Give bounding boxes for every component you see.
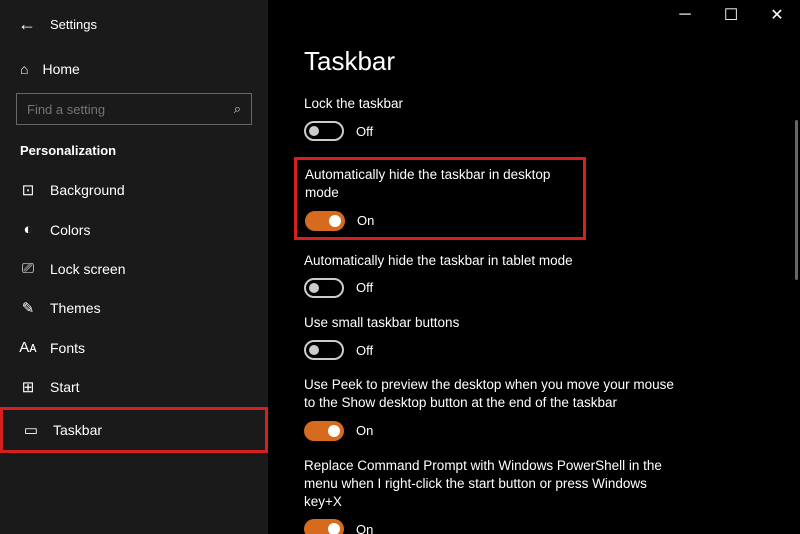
sidebar-item-label: Themes [50, 300, 101, 316]
toggle-state-text: Off [356, 280, 373, 295]
setting-label: Automatically hide the taskbar in deskto… [305, 166, 575, 202]
maximize-button[interactable]: ☐ [708, 0, 754, 30]
sidebar-item-label: Start [50, 379, 80, 395]
settings-list: Lock the taskbar Off Automatically hide th… [304, 95, 764, 534]
setting-label: Automatically hide the taskbar in tablet… [304, 252, 764, 270]
toggle-state-text: On [357, 213, 374, 228]
page-title: Taskbar [304, 46, 764, 77]
sidebar-item-themes[interactable]: ✎ Themes [0, 288, 268, 328]
scrollbar[interactable] [795, 120, 798, 280]
toggle-switch[interactable] [304, 519, 344, 534]
toggle-row: Off [304, 340, 764, 360]
colors-icon: ◐ [20, 221, 36, 238]
sidebar-item-fonts[interactable]: Aᴀ Fonts [0, 328, 268, 367]
setting-3: Use small taskbar buttons Off [304, 314, 764, 360]
toggle-row: On [305, 211, 575, 231]
main-content: ─ ☐ ✕ Taskbar Lock the taskbar Off Automat… [268, 0, 800, 534]
toggle-state-text: On [356, 423, 373, 438]
home-label: Home [42, 61, 79, 77]
sidebar-item-label: Colors [50, 222, 90, 238]
sidebar-item-label: Background [50, 182, 125, 198]
sidebar-item-taskbar[interactable]: ▭ Taskbar [0, 407, 268, 453]
titlebar: ─ ☐ ✕ [662, 0, 800, 30]
setting-5: Replace Command Prompt with Windows Powe… [304, 457, 764, 534]
minimize-button[interactable]: ─ [662, 0, 708, 30]
setting-4: Use Peek to preview the desktop when you… [304, 376, 764, 440]
taskbar-icon: ▭ [23, 421, 39, 439]
sidebar-item-colors[interactable]: ◐ Colors [0, 210, 268, 249]
setting-label: Use Peek to preview the desktop when you… [304, 376, 684, 412]
search-input[interactable] [27, 102, 234, 117]
app-title: Settings [50, 17, 97, 32]
toggle-switch[interactable] [304, 278, 344, 298]
toggle-row: Off [304, 121, 764, 141]
close-button[interactable]: ✕ [754, 0, 800, 30]
sidebar: ← Settings ⌂ Home ⌕ Personalization ⊡ Bac… [0, 0, 268, 534]
toggle-switch[interactable] [304, 421, 344, 441]
toggle-state-text: Off [356, 343, 373, 358]
home-icon: ⌂ [20, 61, 28, 77]
search-icon[interactable]: ⌕ [234, 101, 241, 117]
toggle-row: On [304, 421, 764, 441]
setting-1: Automatically hide the taskbar in deskto… [294, 157, 586, 239]
sidebar-item-label: Lock screen [50, 261, 125, 277]
toggle-state-text: Off [356, 124, 373, 139]
setting-label: Use small taskbar buttons [304, 314, 764, 332]
background-icon: ⊡ [20, 181, 36, 199]
fonts-icon: Aᴀ [20, 339, 36, 356]
nav-list: ⊡ Background ◐ Colors ⎚ Lock screen ✎ Themes Aᴀ F… [0, 170, 268, 453]
toggle-row: On [304, 519, 764, 534]
setting-label: Lock the taskbar [304, 95, 764, 113]
setting-2: Automatically hide the taskbar in tablet… [304, 252, 764, 298]
toggle-switch[interactable] [304, 340, 344, 360]
search-box[interactable]: ⌕ [16, 93, 252, 125]
lock-screen-icon: ⎚ [20, 260, 36, 277]
themes-icon: ✎ [20, 299, 36, 317]
sidebar-item-background[interactable]: ⊡ Background [0, 170, 268, 210]
setting-0: Lock the taskbar Off [304, 95, 764, 141]
home-nav[interactable]: ⌂ Home [0, 51, 268, 87]
start-icon: ⊞ [20, 378, 36, 396]
setting-label: Replace Command Prompt with Windows Powe… [304, 457, 684, 512]
sidebar-item-label: Taskbar [53, 422, 102, 438]
toggle-state-text: On [356, 522, 373, 534]
toggle-switch[interactable] [305, 211, 345, 231]
toggle-row: Off [304, 278, 764, 298]
back-arrow-icon[interactable]: ← [18, 14, 36, 35]
header-row: ← Settings [0, 10, 268, 51]
sidebar-item-label: Fonts [50, 340, 85, 356]
section-title: Personalization [0, 139, 268, 170]
sidebar-item-lock-screen[interactable]: ⎚ Lock screen [0, 249, 268, 288]
sidebar-item-start[interactable]: ⊞ Start [0, 367, 268, 407]
toggle-switch[interactable] [304, 121, 344, 141]
